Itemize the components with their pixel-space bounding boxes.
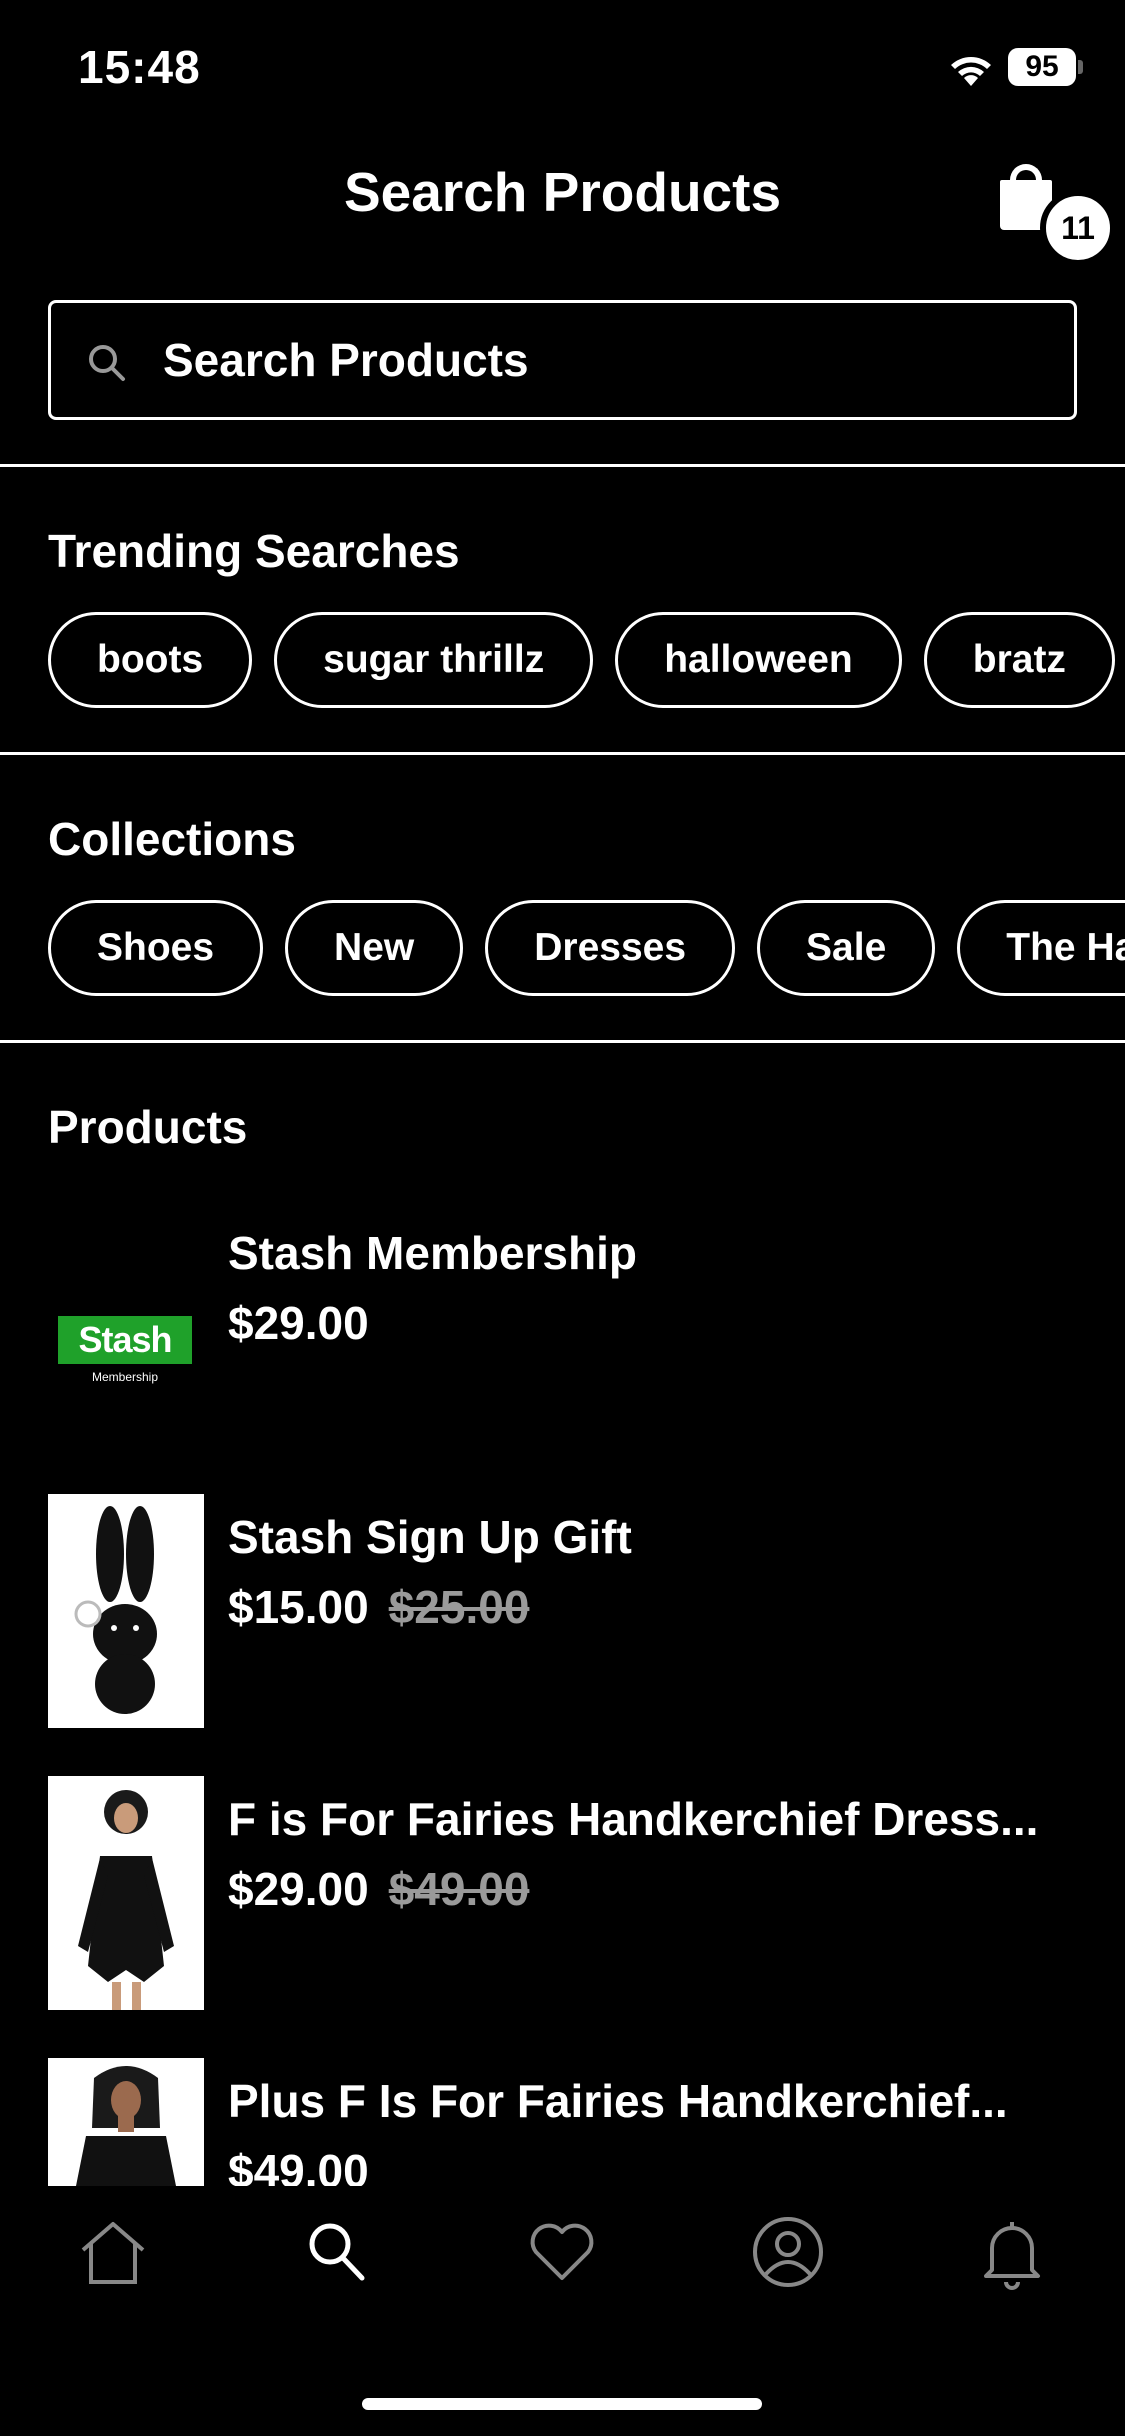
products-title: Products: [48, 1101, 248, 1153]
battery-tip: [1078, 60, 1083, 74]
collection-chip[interactable]: The Ha: [957, 900, 1125, 996]
product-image: Stash Membership: [48, 1210, 204, 1444]
product-prices: $29.00 $49.00: [228, 1862, 529, 1916]
divider: [0, 1040, 1125, 1043]
product-item[interactable]: Stash Sign Up Gift $15.00 $25.00: [48, 1494, 1108, 1728]
product-image: [48, 2058, 204, 2186]
product-price: $15.00: [228, 1581, 369, 1633]
home-indicator: [362, 2398, 762, 2410]
product-price: $29.00: [228, 1863, 369, 1915]
plush-bunny-image: [74, 1506, 157, 1714]
search-input[interactable]: Search Products: [48, 300, 1077, 420]
product-original-price: $49.00: [388, 1863, 530, 1915]
trending-chip[interactable]: bratz: [923, 612, 1115, 708]
product-prices: $15.00 $25.00: [228, 1580, 529, 1634]
divider: [0, 464, 1125, 467]
product-image: [48, 1776, 204, 2010]
trending-title: Trending Searches: [48, 525, 460, 577]
battery-indicator: 95: [1008, 48, 1076, 86]
divider: [0, 752, 1125, 755]
dress-model-image: [78, 1790, 174, 2010]
product-item[interactable]: F is For Fairies Handkerchief Dress... $…: [48, 1776, 1108, 2010]
product-name: Stash Membership: [228, 1227, 637, 1279]
product-price: $29.00: [228, 1297, 369, 1349]
magnifier-icon: [89, 345, 125, 381]
product-name: Stash Sign Up Gift: [228, 1511, 632, 1563]
collections-title: Collections: [48, 813, 296, 865]
trending-chip[interactable]: halloween: [615, 612, 902, 708]
product-original-price: $25.00: [388, 1581, 530, 1633]
profile-icon[interactable]: [748, 2212, 828, 2292]
status-bar: 15:48 95: [0, 0, 1125, 140]
page-title: Search Products: [343, 161, 782, 223]
stash-logo: Stash: [58, 1316, 192, 1364]
search-placeholder: Search Products: [163, 334, 529, 386]
collection-chips: Shoes New Dresses Sale The Ha: [48, 900, 1125, 996]
product-item[interactable]: Stash Membership Stash Membership $29.00: [48, 1210, 1108, 1444]
trending-chip[interactable]: sugar thrillz: [274, 612, 594, 708]
collection-chip[interactable]: Dresses: [485, 900, 736, 996]
heart-icon[interactable]: [522, 2212, 602, 2292]
collection-chip[interactable]: New: [285, 900, 464, 996]
wifi-icon: [951, 57, 991, 86]
bell-icon[interactable]: [972, 2212, 1052, 2292]
plus-dress-model-image: [76, 2066, 176, 2186]
collection-chip[interactable]: Shoes: [48, 900, 264, 996]
cart-count-badge: 11: [1040, 190, 1116, 266]
product-name: F is For Fairies Handkerchief Dress...: [228, 1793, 1039, 1845]
collection-chip[interactable]: Sale: [757, 900, 936, 996]
product-image: [48, 1494, 204, 1728]
status-time: 15:48: [78, 41, 201, 93]
trending-chips: boots sugar thrillz halloween bratz: [48, 612, 1125, 708]
product-name: Plus F Is For Fairies Handkerchief...: [228, 2075, 1008, 2127]
search-icon[interactable]: [296, 2212, 376, 2292]
product-prices: $29.00: [228, 1296, 369, 1350]
trending-chip[interactable]: boots: [48, 612, 253, 708]
home-icon[interactable]: [73, 2212, 153, 2292]
stash-logo-subtitle: Membership: [91, 1370, 159, 1384]
